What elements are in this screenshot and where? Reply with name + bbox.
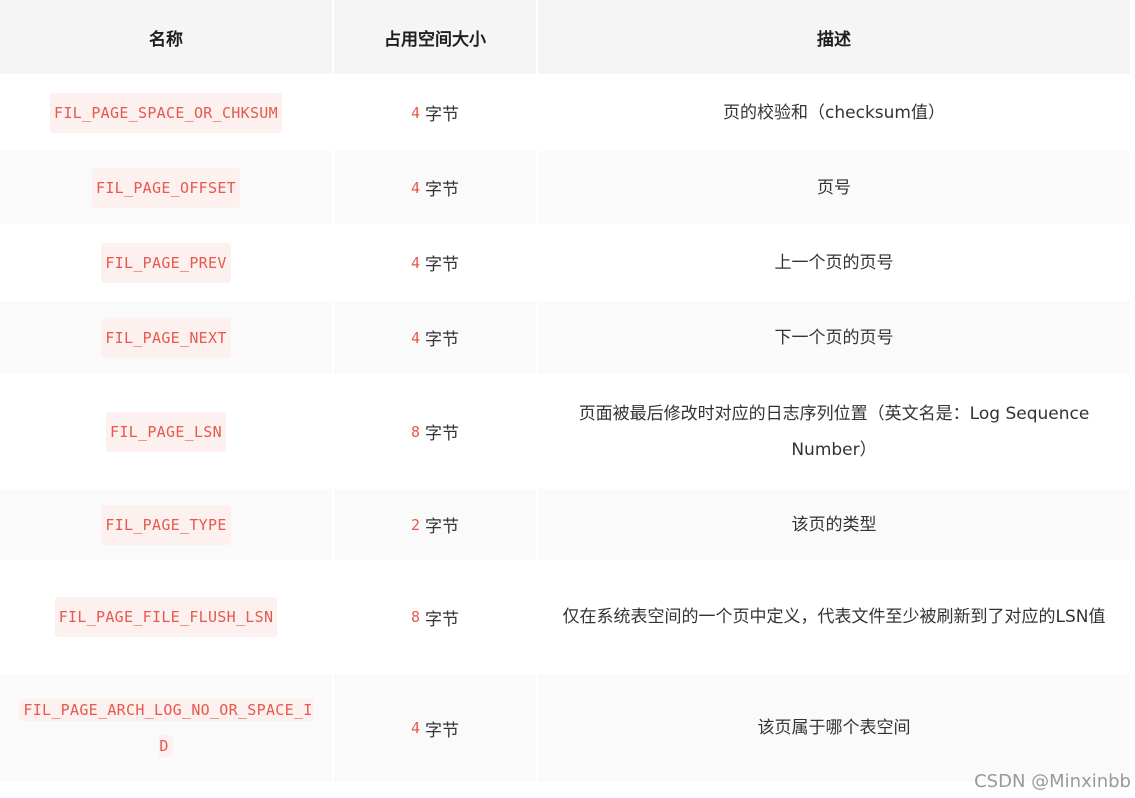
watermark: CSDN @Minxinbb (974, 771, 1131, 792)
description-cell: 页的校验和（checksum值） (538, 76, 1130, 149)
field-name-code: FIL_PAGE_NEXT (101, 317, 231, 358)
description-cell: 下一个页的页号 (538, 301, 1130, 374)
field-name-code: FIL_PAGE_PREV (101, 242, 231, 283)
size-unit: 字节 (425, 609, 460, 630)
description-cell: 该页的类型 (538, 489, 1130, 560)
name-cell: FIL_PAGE_ARCH_LOG_NO_OR_SPACE_ID (0, 674, 332, 782)
name-cell: FIL_PAGE_SPACE_OR_CHKSUM (0, 76, 332, 149)
name-cell: FIL_PAGE_FILE_FLUSH_LSN (0, 562, 332, 672)
size-cell: 4 字节 (334, 301, 536, 374)
description-cell: 仅在系统表空间的一个页中定义，代表文件至少被刷新到了对应的LSN值 (538, 562, 1130, 672)
description-cell: 页号 (538, 151, 1130, 224)
size-number: 8 (410, 422, 421, 441)
description-cell: 上一个页的页号 (538, 226, 1130, 299)
size-number: 4 (410, 253, 421, 272)
header-description: 描述 (538, 0, 1130, 74)
size-cell: 4 字节 (334, 76, 536, 149)
field-name-code: FIL_PAGE_SPACE_OR_CHKSUM (50, 92, 282, 133)
size-cell: 8 字节 (334, 376, 536, 487)
size-number: 4 (410, 328, 421, 347)
size-number: 4 (410, 719, 421, 737)
name-cell: FIL_PAGE_LSN (0, 376, 332, 487)
size-number: 4 (410, 103, 421, 122)
size-cell: 4 字节 (334, 151, 536, 224)
header-name: 名称 (0, 0, 332, 74)
description-cell: 该页属于哪个表空间 (538, 674, 1130, 782)
size-unit: 字节 (425, 517, 460, 537)
size-number: 2 (410, 515, 421, 534)
size-unit: 字节 (425, 105, 460, 125)
size-cell: 8 字节 (334, 562, 536, 672)
size-unit: 字节 (425, 180, 460, 200)
size-number: 4 (410, 178, 421, 197)
field-name-code: FIL_PAGE_ARCH_LOG_NO_OR_SPACE_ID (19, 699, 313, 757)
field-name-code: FIL_PAGE_OFFSET (92, 167, 240, 208)
size-cell: 4 字节 (334, 674, 536, 782)
size-unit: 字节 (425, 720, 460, 741)
size-cell: 4 字节 (334, 226, 536, 299)
size-unit: 字节 (425, 330, 460, 350)
size-cell: 2 字节 (334, 489, 536, 560)
header-size: 占用空间大小 (334, 0, 536, 74)
field-name-code: FIL_PAGE_TYPE (101, 504, 231, 545)
file-header-table: 名称 占用空间大小 描述 FIL_PAGE_SPACE_OR_CHKSUM 4字… (0, 0, 1130, 782)
size-number: 8 (410, 608, 421, 626)
name-cell: FIL_PAGE_NEXT (0, 301, 332, 374)
field-name-code: FIL_PAGE_LSN (106, 411, 226, 452)
name-cell: FIL_PAGE_OFFSET (0, 151, 332, 224)
size-unit: 字节 (425, 424, 460, 444)
field-name-wrap: FIL_PAGE_ARCH_LOG_NO_OR_SPACE_ID (16, 692, 316, 764)
name-cell: FIL_PAGE_TYPE (0, 489, 332, 560)
field-name-code: FIL_PAGE_FILE_FLUSH_LSN (54, 597, 278, 637)
size-unit: 字节 (425, 255, 460, 275)
name-cell: FIL_PAGE_PREV (0, 226, 332, 299)
description-cell: 页面被最后修改时对应的日志序列位置（英文名是：Log Sequence Numb… (538, 376, 1130, 487)
